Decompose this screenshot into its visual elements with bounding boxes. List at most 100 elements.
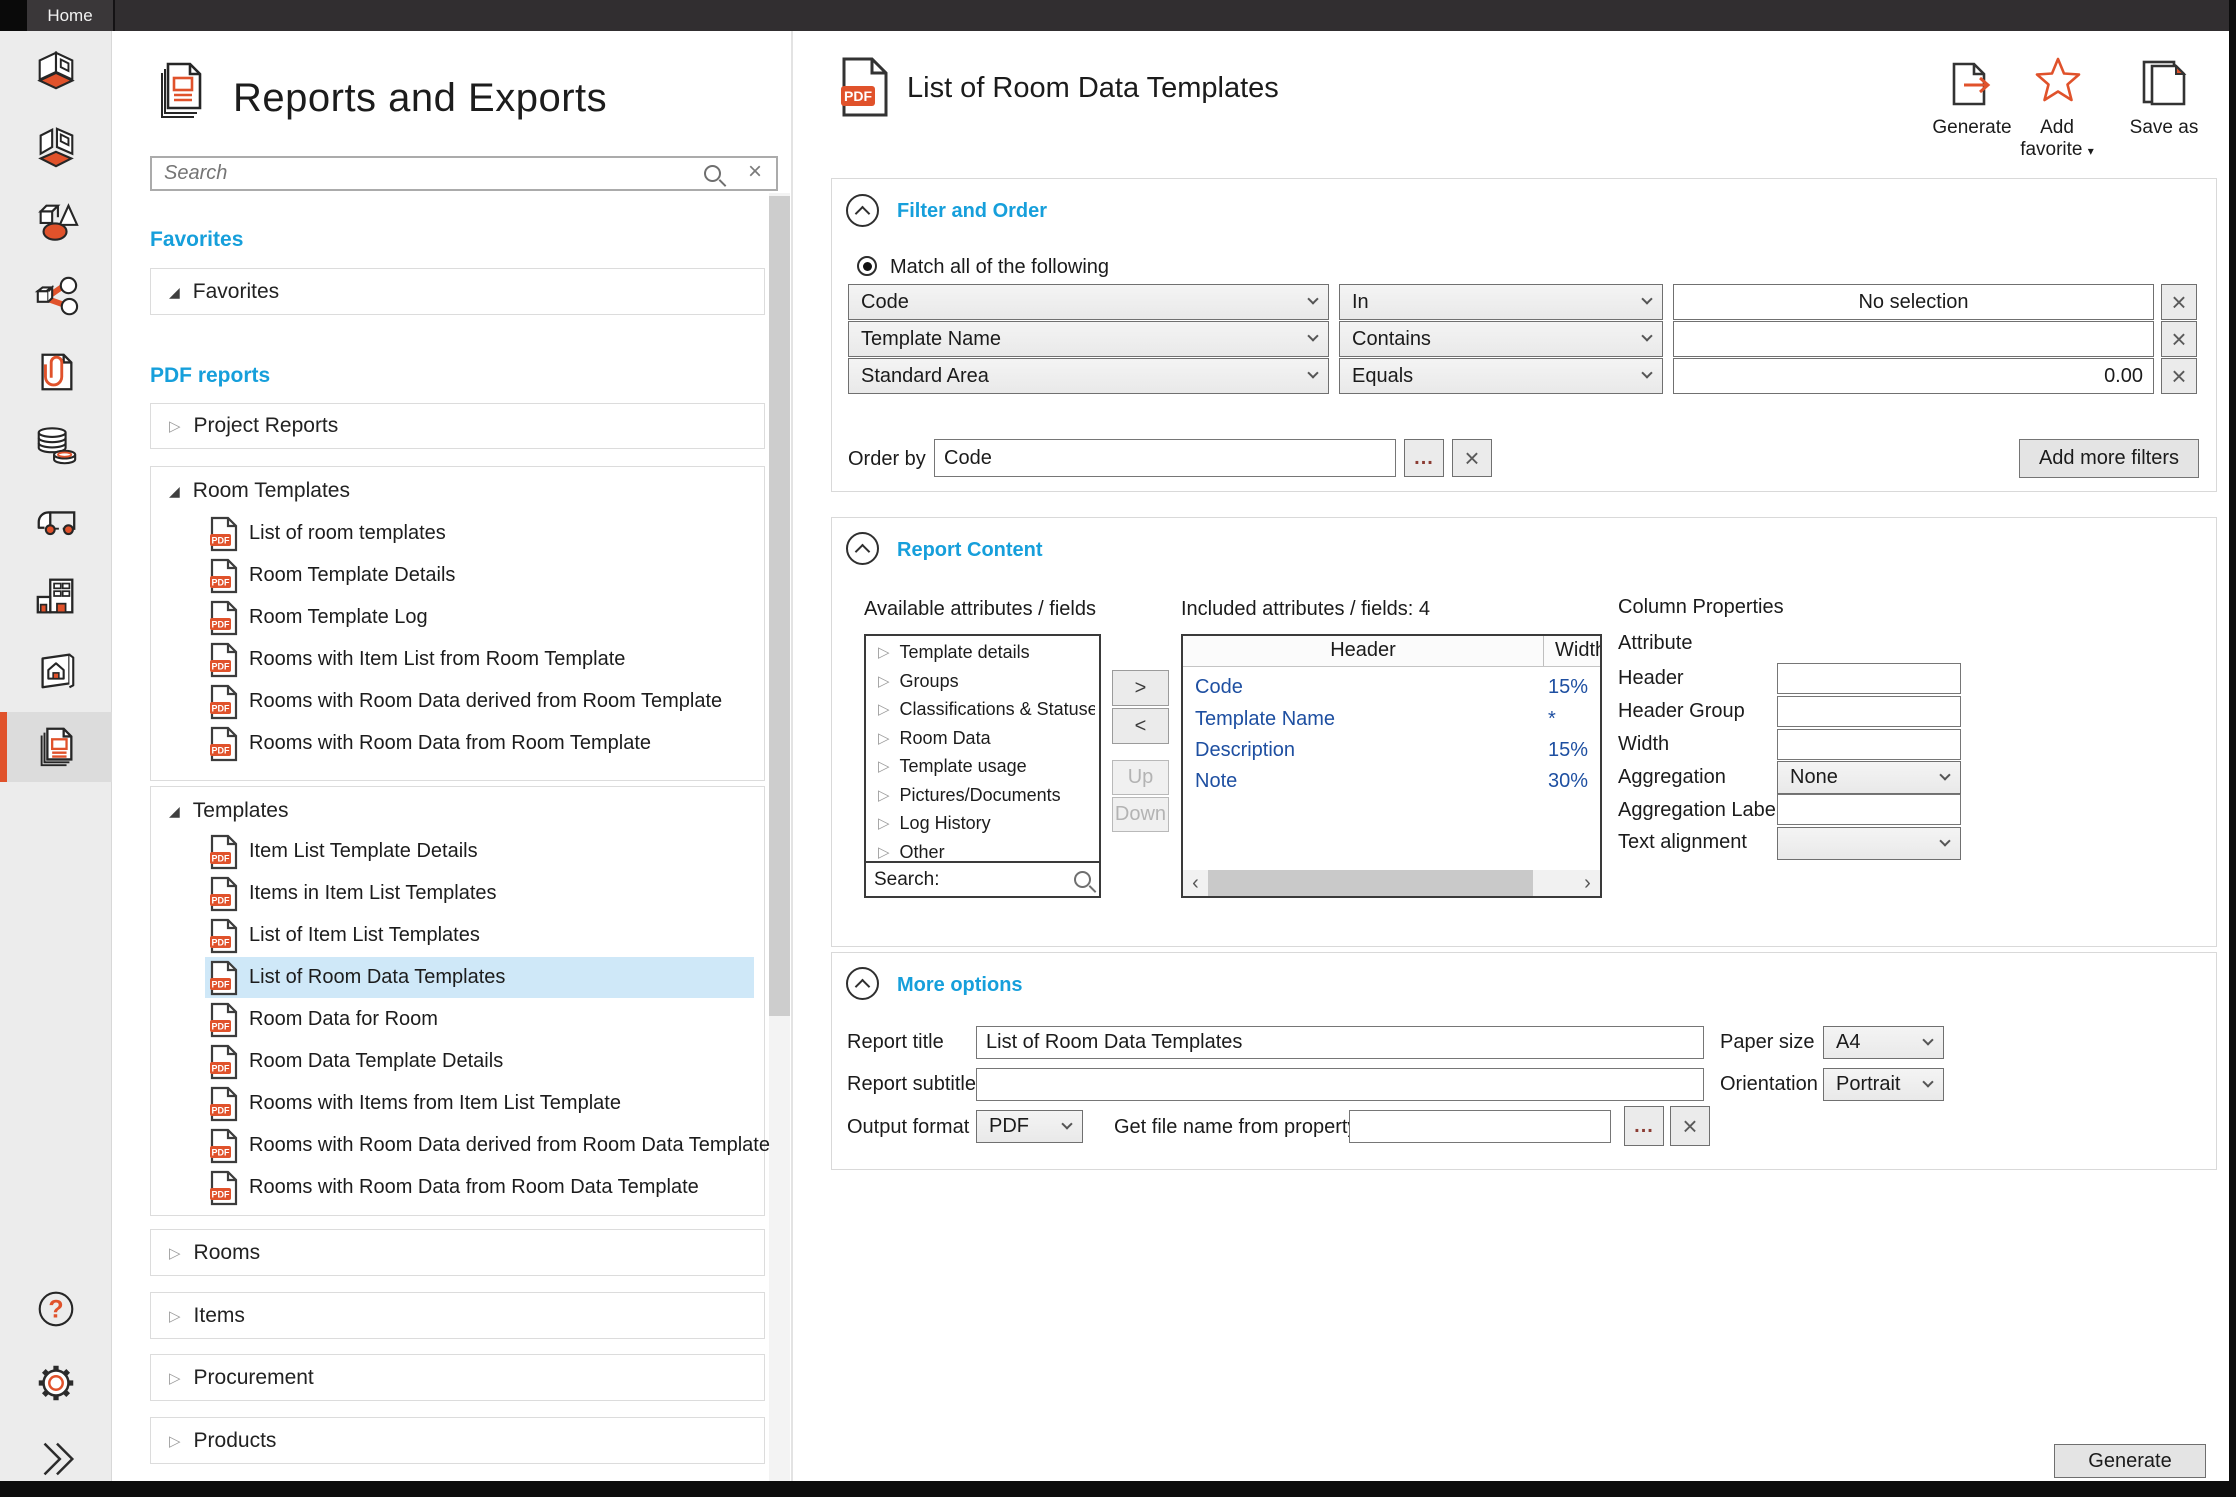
report-item[interactable]: PDF Item List Template Details xyxy=(205,831,754,872)
report-item[interactable]: PDF Room Data for Room xyxy=(205,999,754,1040)
truck-icon[interactable] xyxy=(33,499,79,545)
filter-value-input[interactable] xyxy=(1673,321,2154,357)
collapse-section-button[interactable] xyxy=(846,967,879,1000)
expander-collapsed-icon[interactable]: ▷ xyxy=(878,788,890,803)
move-right-button[interactable]: > xyxy=(1112,670,1169,706)
expander-collapsed-icon[interactable]: ▷ xyxy=(878,845,890,860)
collapse-section-button[interactable] xyxy=(846,532,879,565)
report-item[interactable]: PDF Rooms with Item List from Room Templ… xyxy=(205,639,754,680)
attribute-group[interactable]: ▷Template details xyxy=(878,638,1095,666)
generate-icon[interactable] xyxy=(1950,60,1996,108)
move-down-button[interactable]: Down xyxy=(1112,797,1169,832)
add-favorite-star-icon[interactable] xyxy=(2034,56,2082,104)
add-more-filters-button[interactable]: Add more filters xyxy=(2019,439,2199,478)
report-title-input[interactable] xyxy=(976,1026,1704,1059)
shapes-icon[interactable] xyxy=(33,199,79,245)
room-open-icon[interactable] xyxy=(33,124,79,170)
attribute-group[interactable]: ▷Log History xyxy=(878,809,1095,837)
table-row[interactable]: Description 15% xyxy=(1183,739,1600,770)
expander-collapsed-icon[interactable]: ▷ xyxy=(169,1246,181,1261)
header-group-input[interactable] xyxy=(1777,696,1961,727)
filter-operator-dropdown[interactable]: Contains xyxy=(1339,321,1663,357)
search-clear-icon[interactable]: × xyxy=(748,160,762,184)
project-reports-group[interactable]: ▷ Project Reports xyxy=(150,403,765,449)
aggregation-label-input[interactable] xyxy=(1777,794,1961,825)
save-as-icon[interactable] xyxy=(2140,58,2188,108)
generate-button[interactable]: Generate xyxy=(2054,1444,2206,1478)
report-item[interactable]: PDF Rooms with Room Data derived from Ro… xyxy=(205,681,754,722)
expander-expanded-icon[interactable]: ◢ xyxy=(169,285,180,299)
expander-collapsed-icon[interactable]: ▷ xyxy=(878,759,890,774)
get-file-name-clear-button[interactable]: × xyxy=(1670,1106,1710,1146)
width-input[interactable] xyxy=(1777,729,1961,760)
get-file-name-input[interactable] xyxy=(1349,1110,1611,1143)
reports-icon[interactable] xyxy=(33,723,79,769)
report-item[interactable]: PDF List of room templates xyxy=(205,513,754,554)
filter-operator-dropdown[interactable]: In xyxy=(1339,284,1663,320)
scroll-left-icon[interactable]: ‹ xyxy=(1183,872,1208,895)
rooms-group[interactable]: ▷ Rooms xyxy=(150,1229,765,1276)
report-item[interactable]: PDF List of Item List Templates xyxy=(205,915,754,956)
expander-expanded-icon[interactable]: ◢ xyxy=(169,804,180,818)
report-subtitle-input[interactable] xyxy=(976,1068,1704,1101)
items-group[interactable]: ▷ Items xyxy=(150,1292,765,1339)
report-item[interactable]: PDF Rooms with Items from Item List Temp… xyxy=(205,1083,754,1124)
available-attributes-list[interactable]: ▷Template details ▷Groups ▷Classificatio… xyxy=(864,634,1101,863)
report-item-selected[interactable]: PDF List of Room Data Templates xyxy=(205,957,754,998)
attribute-group[interactable]: ▷Room Data xyxy=(878,724,1095,752)
scroll-right-icon[interactable]: › xyxy=(1575,872,1600,895)
filter-field-dropdown[interactable]: Code xyxy=(848,284,1329,320)
table-row[interactable]: Note 30% xyxy=(1183,770,1600,801)
match-all-radio[interactable] xyxy=(857,256,877,276)
move-up-button[interactable]: Up xyxy=(1112,760,1169,795)
filter-value-input[interactable]: 0.00 xyxy=(1673,358,2154,394)
remove-filter-button[interactable]: × xyxy=(2161,321,2197,357)
expander-expanded-icon[interactable]: ◢ xyxy=(169,484,180,498)
attribute-group[interactable]: ▷Classifications & Statuses xyxy=(878,695,1095,723)
coins-icon[interactable] xyxy=(33,423,79,469)
attachment-icon[interactable] xyxy=(33,349,79,395)
report-item[interactable]: PDF Room Template Log xyxy=(205,597,754,638)
report-item[interactable]: PDF Rooms with Room Data derived from Ro… xyxy=(205,1125,754,1166)
aggregation-dropdown[interactable]: None xyxy=(1777,761,1961,794)
building-icon[interactable] xyxy=(33,573,79,619)
search-icon[interactable] xyxy=(704,165,721,187)
room-icon[interactable] xyxy=(33,48,79,94)
table-row[interactable]: Template Name * xyxy=(1183,708,1600,739)
double-chevron-icon[interactable] xyxy=(33,1436,79,1482)
paper-size-dropdown[interactable]: A4 xyxy=(1823,1026,1944,1059)
gear-icon[interactable] xyxy=(33,1360,79,1406)
text-alignment-dropdown[interactable] xyxy=(1777,827,1961,860)
output-format-dropdown[interactable]: PDF xyxy=(976,1110,1083,1143)
expander-collapsed-icon[interactable]: ▷ xyxy=(169,1371,181,1386)
report-item[interactable]: PDF Rooms with Room Data from Room Templ… xyxy=(205,723,754,764)
expander-collapsed-icon[interactable]: ▷ xyxy=(169,1434,181,1449)
expander-collapsed-icon[interactable]: ▷ xyxy=(878,816,890,831)
attribute-search-box[interactable]: Search: xyxy=(864,861,1101,898)
move-left-button[interactable]: < xyxy=(1112,708,1169,744)
report-item[interactable]: PDF Room Data Template Details xyxy=(205,1041,754,1082)
filter-operator-dropdown[interactable]: Equals xyxy=(1339,358,1663,394)
report-item[interactable]: PDF Rooms with Room Data from Room Data … xyxy=(205,1167,754,1208)
filter-field-dropdown[interactable]: Template Name xyxy=(848,321,1329,357)
remove-filter-button[interactable]: × xyxy=(2161,358,2197,394)
remove-filter-button[interactable]: × xyxy=(2161,284,2197,320)
filter-field-dropdown[interactable]: Standard Area xyxy=(848,358,1329,394)
attribute-group[interactable]: ▷Other xyxy=(878,838,1095,863)
network-icon[interactable] xyxy=(33,274,79,320)
search-input[interactable] xyxy=(162,159,682,188)
order-by-input[interactable] xyxy=(934,439,1396,477)
included-attributes-table[interactable]: Header Width Code 15% Template Name * De… xyxy=(1181,634,1602,898)
expander-collapsed-icon[interactable]: ▷ xyxy=(169,1309,181,1324)
collapse-section-button[interactable] xyxy=(846,194,879,227)
order-by-clear-button[interactable]: × xyxy=(1452,439,1492,477)
table-row[interactable]: Code 15% xyxy=(1183,676,1600,707)
column-divider[interactable] xyxy=(1543,636,1544,666)
panel-scrollbar-thumb[interactable] xyxy=(769,196,790,1016)
attribute-group[interactable]: ▷Pictures/Documents xyxy=(878,781,1095,809)
help-icon[interactable]: ? xyxy=(33,1286,79,1332)
save-as-button[interactable]: Save as xyxy=(2104,117,2224,139)
scrollbar-thumb[interactable] xyxy=(1208,870,1533,896)
get-file-name-browse-button[interactable]: ... xyxy=(1624,1106,1664,1146)
procurement-group[interactable]: ▷ Procurement xyxy=(150,1354,765,1401)
